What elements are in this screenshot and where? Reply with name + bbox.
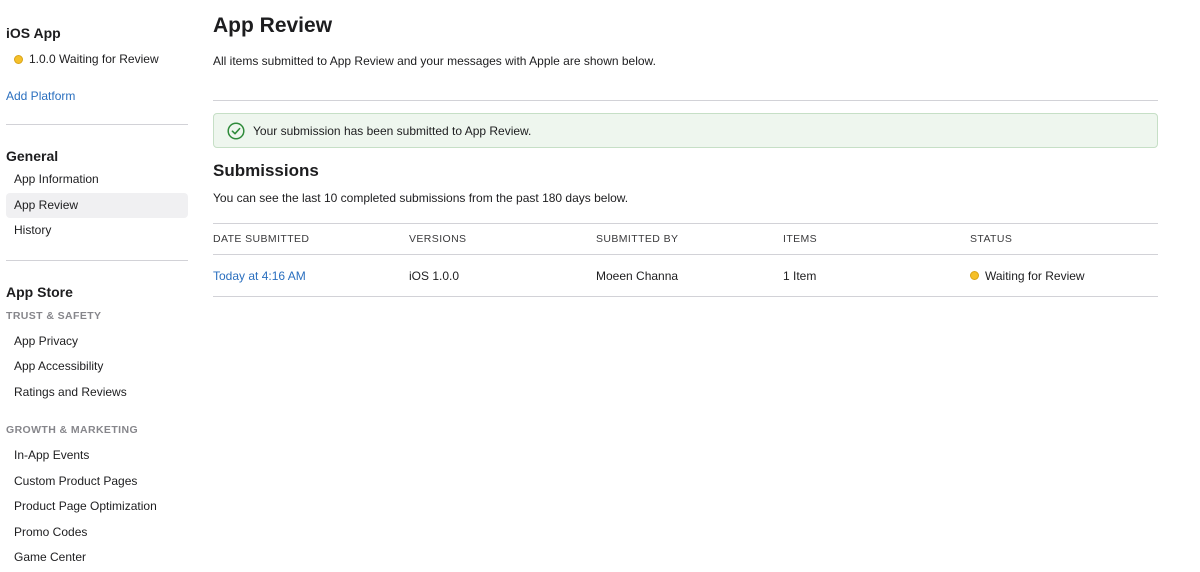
column-header-versions: VERSIONS bbox=[409, 233, 467, 245]
date-submitted-link[interactable]: Today at 4:16 AM bbox=[213, 255, 306, 296]
column-header-items: ITEMS bbox=[783, 233, 818, 245]
sidebar: iOS App 1.0.0 Waiting for Review Add Pla… bbox=[6, 0, 188, 572]
waiting-status-dot-icon bbox=[970, 271, 979, 280]
sidebar-item-custom-product-pages[interactable]: Custom Product Pages bbox=[6, 469, 188, 494]
growth-marketing-subheading: GROWTH & MARKETING bbox=[6, 424, 139, 436]
app-store-heading: App Store bbox=[6, 284, 73, 300]
submissions-description: You can see the last 10 completed submis… bbox=[213, 191, 629, 205]
status-cell: Waiting for Review bbox=[970, 255, 1085, 296]
sidebar-item-ratings-and-reviews[interactable]: Ratings and Reviews bbox=[6, 380, 188, 405]
page-description: All items submitted to App Review and yo… bbox=[213, 54, 656, 68]
sidebar-divider bbox=[6, 260, 188, 261]
general-heading: General bbox=[6, 148, 59, 164]
sidebar-item-app-information[interactable]: App Information bbox=[6, 167, 188, 192]
status-label: Waiting for Review bbox=[985, 268, 1085, 283]
success-banner: Your submission has been submitted to Ap… bbox=[213, 113, 1158, 148]
items-cell: 1 Item bbox=[783, 268, 817, 283]
sidebar-item-product-page-optimization[interactable]: Product Page Optimization bbox=[6, 494, 188, 519]
add-platform-link[interactable]: Add Platform bbox=[6, 89, 75, 103]
main-content: App Review All items submitted to App Re… bbox=[213, 0, 1158, 572]
table-header-row: DATE SUBMITTED VERSIONS SUBMITTED BY ITE… bbox=[213, 223, 1158, 254]
app-title: iOS App bbox=[6, 25, 61, 41]
app-window: iOS App 1.0.0 Waiting for Review Add Pla… bbox=[0, 0, 1200, 572]
sidebar-item-promo-codes[interactable]: Promo Codes bbox=[6, 520, 188, 545]
sidebar-item-app-review[interactable]: App Review bbox=[6, 193, 188, 218]
checkmark-circle-icon bbox=[227, 121, 245, 140]
sidebar-item-game-center[interactable]: Game Center bbox=[6, 545, 188, 570]
sidebar-item-app-accessibility[interactable]: App Accessibility bbox=[6, 354, 188, 379]
banner-message: Your submission has been submitted to Ap… bbox=[253, 123, 532, 138]
table-row[interactable]: Today at 4:16 AM iOS 1.0.0 Moeen Channa … bbox=[213, 254, 1158, 297]
sidebar-item-history[interactable]: History bbox=[6, 218, 188, 243]
trust-safety-subheading: TRUST & SAFETY bbox=[6, 310, 102, 322]
version-status-label: 1.0.0 Waiting for Review bbox=[29, 52, 159, 66]
submissions-title: Submissions bbox=[213, 161, 319, 180]
version-status-item[interactable]: 1.0.0 Waiting for Review bbox=[14, 51, 159, 67]
waiting-status-dot-icon bbox=[14, 54, 23, 64]
sidebar-divider bbox=[6, 124, 188, 125]
column-header-submitted-by: SUBMITTED BY bbox=[596, 233, 679, 245]
submitted-by-cell: Moeen Channa bbox=[596, 268, 679, 283]
sidebar-item-app-privacy[interactable]: App Privacy bbox=[6, 329, 188, 354]
column-header-status: STATUS bbox=[970, 233, 1013, 245]
page-title: App Review bbox=[213, 14, 333, 37]
header-divider bbox=[213, 100, 1158, 101]
submissions-table: DATE SUBMITTED VERSIONS SUBMITTED BY ITE… bbox=[213, 223, 1158, 297]
column-header-date-submitted: DATE SUBMITTED bbox=[213, 233, 310, 245]
sidebar-item-in-app-events[interactable]: In-App Events bbox=[6, 443, 188, 468]
versions-cell: iOS 1.0.0 bbox=[409, 268, 460, 283]
